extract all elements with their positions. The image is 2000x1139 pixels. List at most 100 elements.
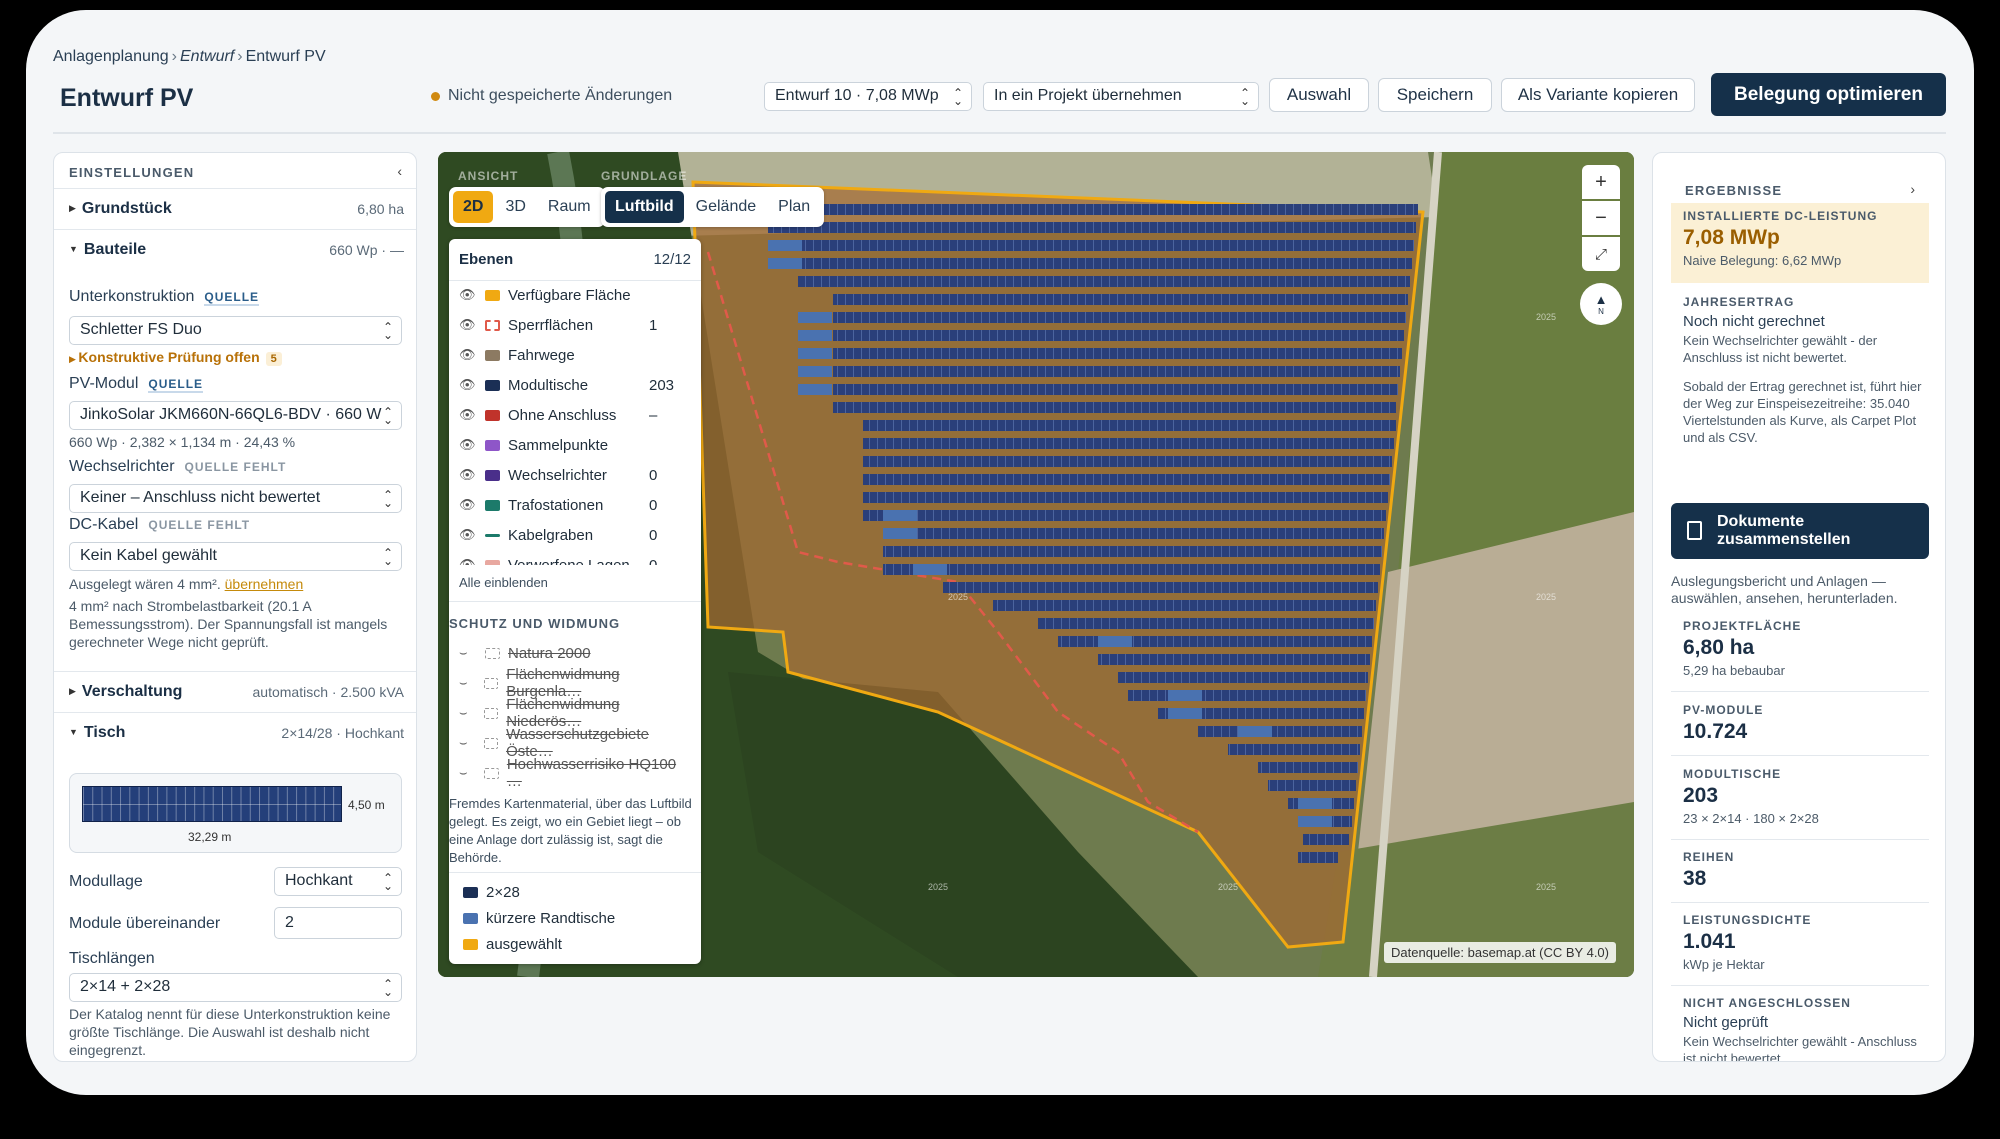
layer-ohne-anschluss[interactable]: 👁 Ohne Anschluss – [459,403,689,427]
base-group-label: GRUNDLAGE [601,169,688,183]
layer-modultische[interactable]: 👁 Modultische 203 [459,373,689,397]
schutz-wasserschutz[interactable]: ⌣ Wasserschutzgebiete Öste… [459,726,689,760]
expand-icon[interactable]: › [1910,181,1915,197]
eye-off-icon[interactable]: ⌣ [459,645,481,661]
wechselrichter-select[interactable]: Keiner – Anschluss nicht bewertet ⌃ ⌄ [69,484,402,513]
section-grundstueck[interactable]: ▶ Grundstück 6,80 ha [54,188,416,228]
collapse-icon[interactable]: ‹ [397,163,402,179]
view-3d[interactable]: 3D [495,191,535,223]
modul-select[interactable]: JinkoSolar JKM660N-66QL6-BDV · 660 W ⌃ ⌄ [69,401,402,430]
schutz-natura[interactable]: ⌣ Natura 2000 [459,641,689,665]
section-bauteile[interactable]: ▼ Bauteile 660 Wp · — [54,229,416,269]
pruefung-warning[interactable]: ▶ Konstruktive Prüfung offen 5 [69,349,282,366]
source-missing-tag: QUELLE FEHLT [184,460,287,474]
eye-icon[interactable]: 👁 [459,437,481,453]
base-plan[interactable]: Plan [768,191,820,223]
eye-icon[interactable]: 👁 [459,467,481,483]
fullscreen-button[interactable]: ⤢ [1582,237,1620,271]
wechselrichter-label: Wechselrichter QUELLE FEHLT [69,458,287,475]
document-icon [1687,521,1702,540]
zoom-in-button[interactable]: + [1582,165,1620,199]
kabel-hint: Ausgelegt wären 4 mm². übernehmen [69,576,304,592]
eye-icon[interactable]: 👁 [459,347,481,363]
source-missing-tag: QUELLE FEHLT [148,518,251,532]
base-luftbild[interactable]: Luftbild [605,191,684,223]
tischlaengen-label: Tischlängen [69,950,155,967]
layer-kabelgraben[interactable]: 👁 Kabelgraben 0 [459,523,689,547]
view-raum[interactable]: Raum [538,191,601,223]
layer-sperrflaechen[interactable]: 👁 Sperrflächen 1 [459,313,689,337]
eye-icon[interactable]: 👁 [459,497,481,513]
project-select[interactable]: In ein Projekt übernehmen ⌃ ⌄ [983,82,1259,111]
view-mode-switch: 2D 3D Raum [449,187,605,227]
updown-icon: ⌃ ⌄ [382,488,393,510]
page-title: Entwurf PV [60,84,194,112]
app-window: Anlagenplanung › Entwurf › Entwurf PV Entwur… [26,10,1974,1095]
breadcrumb-root[interactable]: Anlagenplanung [53,48,169,65]
layer-fahrwege[interactable]: 👁 Fahrwege [459,343,689,367]
schutz-burgenland[interactable]: ⌣ Flächenwidmung Burgenla… [459,666,689,700]
optimize-button[interactable]: Belegung optimieren [1711,73,1946,116]
results-panel: ERGEBNISSE › INSTALLIERTE DC-LEISTUNG 7,… [1652,152,1946,1062]
eye-icon[interactable]: 👁 [459,287,481,303]
kpi-jahresertrag: JAHRESERTRAG Noch nicht gerechnet Kein W… [1683,295,1922,445]
eye-off-icon[interactable]: ⌣ [459,675,480,691]
schutz-title: SCHUTZ UND WIDMUNG [449,616,621,631]
eye-icon[interactable]: 👁 [459,377,481,393]
zoom-out-button[interactable]: − [1582,201,1620,235]
tisch-height: 4,50 m [348,798,385,812]
unsaved-dot [431,91,440,101]
legend-title: Ebenen [459,251,514,268]
eye-off-icon[interactable]: ⌣ [459,765,480,781]
layer-wechselrichter[interactable]: 👁 Wechselrichter 0 [459,463,689,487]
section-tisch[interactable]: ▼ Tisch 2×14/28 · Hochkant [54,712,416,752]
unterkonstruktion-label: Unterkonstruktion QUELLE [69,288,260,306]
settings-panel: EINSTELLUNGEN ‹ ▶ Grundstück 6,80 ha ▼ Bau… [53,152,417,1062]
eye-icon[interactable]: 👁 [459,317,481,333]
key-randtische: kürzere Randtische [459,906,689,930]
show-all-link[interactable]: Alle einblenden [459,575,548,590]
copy-variant-button[interactable]: Als Variante kopieren [1501,78,1695,112]
kpi-modultische: MODULTISCHE 203 23 × 2×14 · 180 × 2×28 [1683,767,1819,826]
uebereinander-input[interactable]: 2 [274,907,402,939]
eye-off-icon[interactable]: ⌣ [459,735,480,751]
map-view[interactable]: ANSICHT GRUNDLAGE 2D 3D Raum Luftbild Ge… [438,152,1634,977]
auswahl-button[interactable]: Auswahl [1269,78,1369,112]
layer-sammelpunkte[interactable]: 👁 Sammelpunkte [459,433,689,457]
updown-icon: ⌃ ⌄ [382,546,393,568]
kpi-leistungsdichte: LEISTUNGSDICHTE 1.041 kWp je Hektar [1683,913,1812,972]
kabel-select[interactable]: Kein Kabel gewählt ⌃ ⌄ [69,542,402,571]
updown-icon: ⌃ ⌄ [382,405,393,427]
modul-specs: 660 Wp · 2,382 × 1,134 m · 24,43 % [69,434,296,450]
compass-button[interactable]: ▲ N [1580,283,1622,325]
tischlaengen-select[interactable]: 2×14 + 2×28 ⌃ ⌄ [69,973,402,1002]
variant-select[interactable]: Entwurf 10 · 7,08 MWp ⌃ ⌄ [764,82,972,111]
year-label: 2025 [1536,592,1557,602]
year-label: 2025 [1536,882,1557,892]
eye-icon[interactable]: 👁 [459,407,481,423]
layer-verfuegbare-flaeche[interactable]: 👁 Verfügbare Fläche [459,283,689,307]
documents-button[interactable]: Dokumente zusammenstellen [1671,503,1929,559]
eye-icon[interactable]: 👁 [459,527,481,543]
base-gelaende[interactable]: Gelände [686,191,767,223]
schutz-niederoesterreich[interactable]: ⌣ Flächenwidmung Niederös… [459,696,689,730]
view-2d[interactable]: 2D [453,191,494,223]
section-verschaltung[interactable]: ▶ Verschaltung automatisch · 2.500 kVA [54,671,416,711]
unterkonstruktion-select[interactable]: Schletter FS Duo ⌃ ⌄ [69,316,402,345]
tisch-width: 32,29 m [188,830,232,844]
caret-down-icon: ▼ [69,244,78,254]
kpi-projektflaeche: PROJEKTFLÄCHE 6,80 ha 5,29 ha bebaubar [1683,619,1802,678]
caret-right-icon: ▶ [69,354,79,364]
schutz-hochwasser[interactable]: ⌣ Hochwasserrisiko HQ100 … [459,756,689,790]
schutz-note: Fremdes Kartenmaterial, über das Luftbil… [449,796,692,865]
tisch-preview: 4,50 m 32,29 m [69,773,402,853]
layer-trafostationen[interactable]: 👁 Trafostationen 0 [459,493,689,517]
source-tag[interactable]: QUELLE [148,377,204,393]
breadcrumb-middle[interactable]: Entwurf [180,48,234,65]
modullage-select[interactable]: Hochkant ⌃ ⌄ [274,867,402,896]
source-tag[interactable]: QUELLE [204,290,260,306]
eye-off-icon[interactable]: ⌣ [459,705,480,721]
kpi-reihen: REIHEN 38 [1683,850,1735,890]
kabel-apply-link[interactable]: übernehmen [225,576,304,592]
save-button[interactable]: Speichern [1378,78,1492,112]
